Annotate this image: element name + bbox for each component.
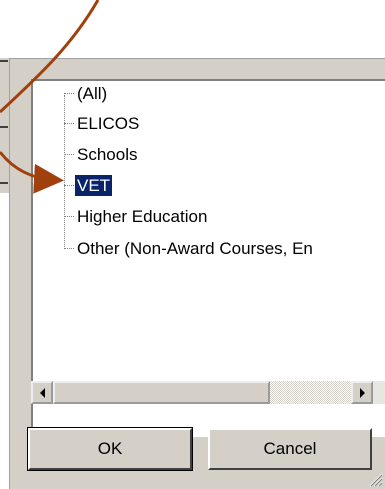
tree-item-label: ELICOS xyxy=(77,114,140,133)
edge-mark xyxy=(0,60,8,62)
arrow-left-icon xyxy=(39,387,45,398)
edge-mark xyxy=(0,126,8,128)
cancel-button[interactable]: Cancel xyxy=(208,428,372,470)
scroll-left-button[interactable] xyxy=(31,381,53,404)
edge-mark xyxy=(0,182,8,184)
resize-grip-icon[interactable] xyxy=(367,471,383,487)
tree-connector-line xyxy=(64,95,65,249)
tree-item-label: Higher Education xyxy=(77,207,208,226)
scroll-right-button[interactable] xyxy=(351,381,373,404)
ok-button[interactable]: OK xyxy=(27,427,193,471)
scrollbar-thumb[interactable] xyxy=(53,381,270,404)
arrow-right-icon xyxy=(359,387,365,398)
filter-dropdown-dialog: (All) ELICOS Schools VET Higher Educatio… xyxy=(9,58,385,489)
horizontal-scrollbar[interactable] xyxy=(31,381,385,404)
tree-item-label: Other (Non-Award Courses, En xyxy=(77,239,313,258)
tree-item-label-selected: VET xyxy=(73,174,114,197)
scrollbar-track[interactable] xyxy=(270,381,351,404)
tree-item-label: (All) xyxy=(77,84,108,103)
tree-item-label: Schools xyxy=(77,145,138,164)
